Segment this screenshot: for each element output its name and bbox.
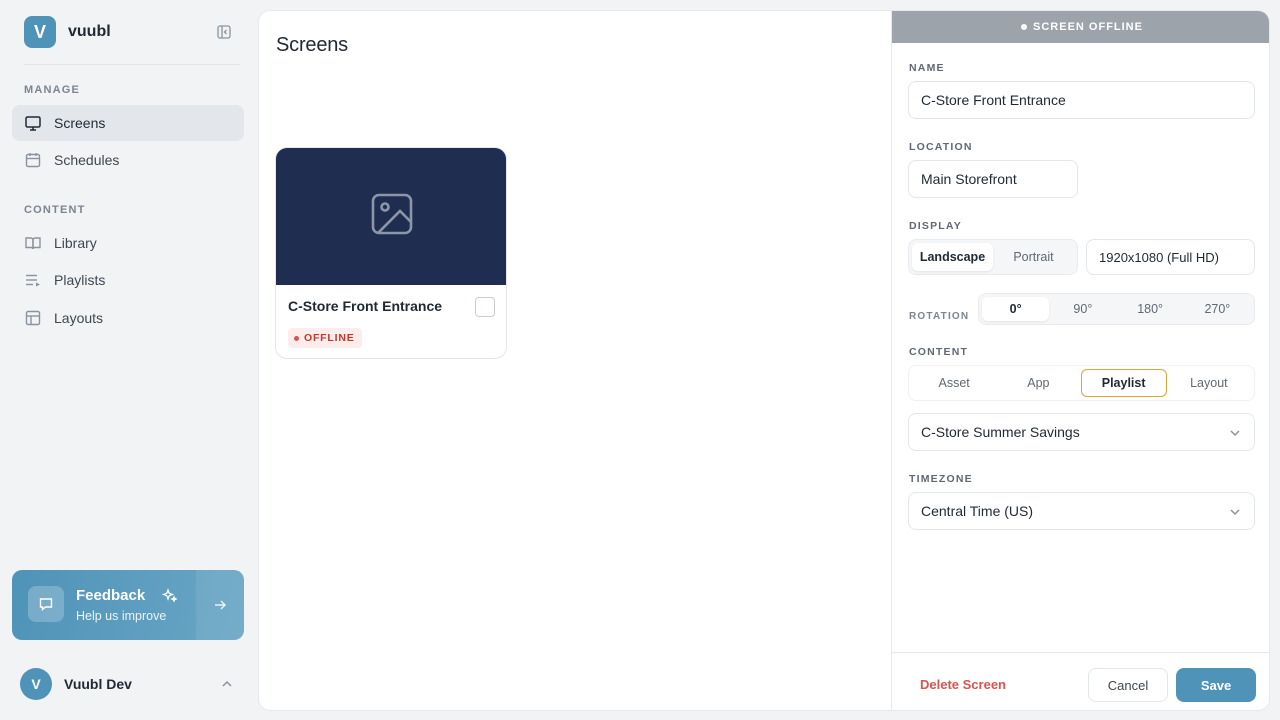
offline-banner-label: SCREEN OFFLINE bbox=[1033, 21, 1143, 33]
sidebar-item-layouts[interactable]: Layouts bbox=[12, 300, 244, 336]
screen-thumbnail bbox=[276, 148, 506, 285]
location-field[interactable]: Main Storefront bbox=[908, 160, 1078, 198]
drawer-footer: Delete Screen Cancel Save bbox=[892, 652, 1269, 710]
offline-dot bbox=[1021, 24, 1028, 30]
resolution-select[interactable]: 1920x1080 (Full HD) bbox=[1086, 239, 1255, 275]
cancel-button[interactable]: Cancel bbox=[1088, 668, 1168, 702]
playlist-select[interactable]: C-Store Summer Savings bbox=[908, 413, 1255, 451]
screen-card-checkbox[interactable] bbox=[475, 297, 495, 317]
chevron-up-icon[interactable] bbox=[220, 677, 234, 691]
collapse-sidebar-icon[interactable] bbox=[214, 22, 234, 42]
user-menu[interactable]: V Vuubl Dev bbox=[20, 668, 132, 700]
status-badge-label: OFFLINE bbox=[304, 332, 355, 344]
book-icon bbox=[24, 234, 42, 252]
status-dot bbox=[294, 335, 299, 341]
content-type-asset[interactable]: Asset bbox=[912, 369, 996, 397]
content-type-app[interactable]: App bbox=[996, 369, 1080, 397]
sidebar-divider bbox=[24, 64, 240, 65]
image-placeholder-icon bbox=[370, 192, 414, 241]
sidebar: V vuubl MANAGE Screens Schedules CONTENT… bbox=[0, 0, 256, 720]
sidebar-item-label: Screens bbox=[54, 115, 106, 131]
playlist-select-value: C-Store Summer Savings bbox=[921, 424, 1080, 440]
main-panel: Screens C-Store Front Entrance OFFLINE S… bbox=[258, 10, 1270, 711]
arrow-right-icon[interactable] bbox=[196, 570, 244, 640]
rotation-90[interactable]: 90° bbox=[1049, 297, 1116, 321]
content-type-playlist[interactable]: Playlist bbox=[1080, 369, 1167, 397]
sidebar-item-label: Layouts bbox=[54, 310, 104, 326]
location-label: LOCATION bbox=[909, 141, 973, 153]
rotation-label: ROTATION bbox=[909, 311, 970, 322]
page-title: Screens bbox=[276, 34, 348, 56]
sidebar-item-label: Library bbox=[54, 235, 97, 251]
sparkle-icon bbox=[161, 588, 178, 604]
timezone-select-value: Central Time (US) bbox=[921, 503, 1034, 519]
user-name: Vuubl Dev bbox=[64, 676, 132, 692]
avatar: V bbox=[20, 668, 52, 700]
delete-screen-button[interactable]: Delete Screen bbox=[920, 677, 1006, 692]
brand-logo: V bbox=[24, 16, 56, 48]
offline-banner: SCREEN OFFLINE bbox=[892, 11, 1269, 43]
rotation-toggle: 0° 90° 180° 270° bbox=[978, 293, 1255, 325]
orientation-portrait[interactable]: Portrait bbox=[993, 243, 1074, 271]
timezone-label: TIMEZONE bbox=[909, 473, 973, 485]
monitor-icon bbox=[24, 114, 42, 132]
screen-card-name: C-Store Front Entrance bbox=[288, 298, 443, 314]
playlist-icon bbox=[24, 271, 42, 289]
rotation-270[interactable]: 270° bbox=[1184, 297, 1251, 321]
chevron-down-icon bbox=[1228, 505, 1242, 519]
orientation-landscape[interactable]: Landscape bbox=[912, 243, 993, 271]
chat-icon bbox=[28, 586, 64, 622]
rotation-0[interactable]: 0° bbox=[982, 297, 1050, 321]
feedback-subtitle: Help us improve bbox=[76, 609, 167, 623]
timezone-select[interactable]: Central Time (US) bbox=[908, 492, 1255, 530]
section-label-content: CONTENT bbox=[24, 204, 86, 216]
brand-name: vuubl bbox=[68, 23, 111, 40]
feedback-card[interactable]: Feedback Help us improve bbox=[12, 570, 244, 640]
sidebar-item-label: Schedules bbox=[54, 152, 120, 168]
brand[interactable]: V vuubl bbox=[24, 16, 111, 48]
rotation-180[interactable]: 180° bbox=[1117, 297, 1184, 321]
orientation-toggle: Landscape Portrait bbox=[908, 239, 1078, 275]
sidebar-item-screens[interactable]: Screens bbox=[12, 105, 244, 141]
display-label: DISPLAY bbox=[909, 220, 962, 232]
content-type-toggle: Asset App Playlist Layout bbox=[908, 365, 1255, 401]
feedback-title: Feedback bbox=[76, 587, 146, 604]
section-label-manage: MANAGE bbox=[24, 84, 81, 96]
sidebar-item-schedules[interactable]: Schedules bbox=[12, 142, 244, 178]
status-badge: OFFLINE bbox=[288, 328, 362, 348]
chevron-down-icon bbox=[1228, 426, 1242, 440]
screen-details-drawer: SCREEN OFFLINE NAME C-Store Front Entran… bbox=[891, 11, 1269, 710]
name-field[interactable]: C-Store Front Entrance bbox=[908, 81, 1255, 119]
screen-card[interactable]: C-Store Front Entrance OFFLINE bbox=[275, 147, 507, 359]
save-button[interactable]: Save bbox=[1176, 668, 1256, 702]
sidebar-item-playlists[interactable]: Playlists bbox=[12, 262, 244, 298]
layout-icon bbox=[24, 309, 42, 327]
sidebar-item-library[interactable]: Library bbox=[12, 225, 244, 261]
content-type-layout[interactable]: Layout bbox=[1167, 369, 1251, 397]
sidebar-item-label: Playlists bbox=[54, 272, 106, 288]
content-label: CONTENT bbox=[909, 346, 969, 358]
calendar-icon bbox=[24, 151, 42, 169]
name-label: NAME bbox=[909, 62, 945, 74]
